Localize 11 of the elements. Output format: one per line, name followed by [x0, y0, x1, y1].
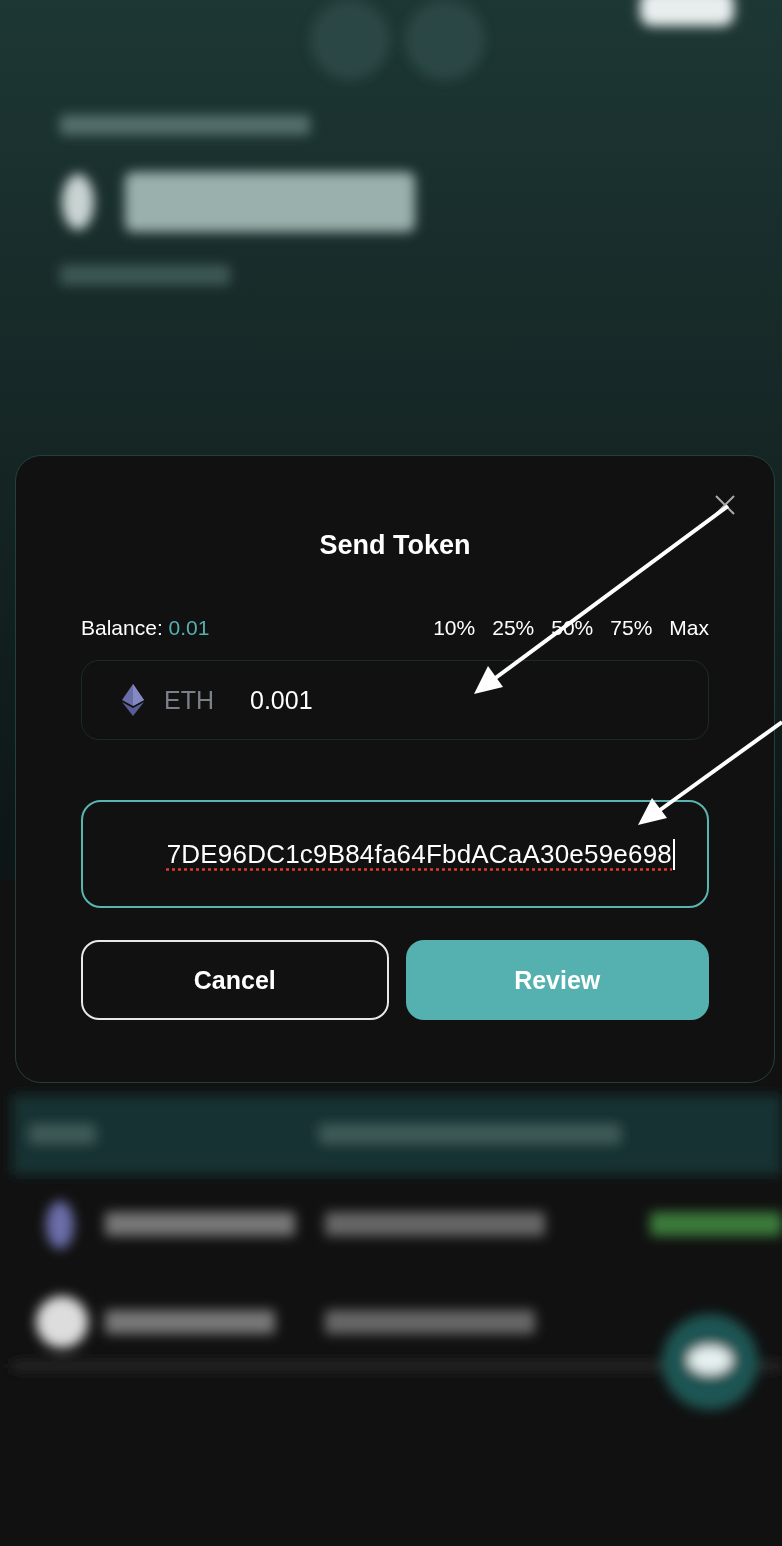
amount-value: 0.001	[250, 685, 313, 715]
close-icon[interactable]	[714, 494, 736, 516]
percent-option[interactable]: 75%	[610, 616, 653, 640]
token-symbol: ETH	[164, 685, 214, 715]
dialog-title: Send Token	[318, 529, 472, 562]
cancel-button[interactable]: Cancel	[81, 940, 389, 1020]
balance-label: Balance: 0.01	[81, 616, 210, 640]
percent-option[interactable]: 10%	[433, 616, 476, 640]
ethereum-icon	[122, 684, 144, 716]
percent-option[interactable]: Max	[669, 616, 709, 640]
percent-option[interactable]: 25%	[492, 616, 535, 640]
